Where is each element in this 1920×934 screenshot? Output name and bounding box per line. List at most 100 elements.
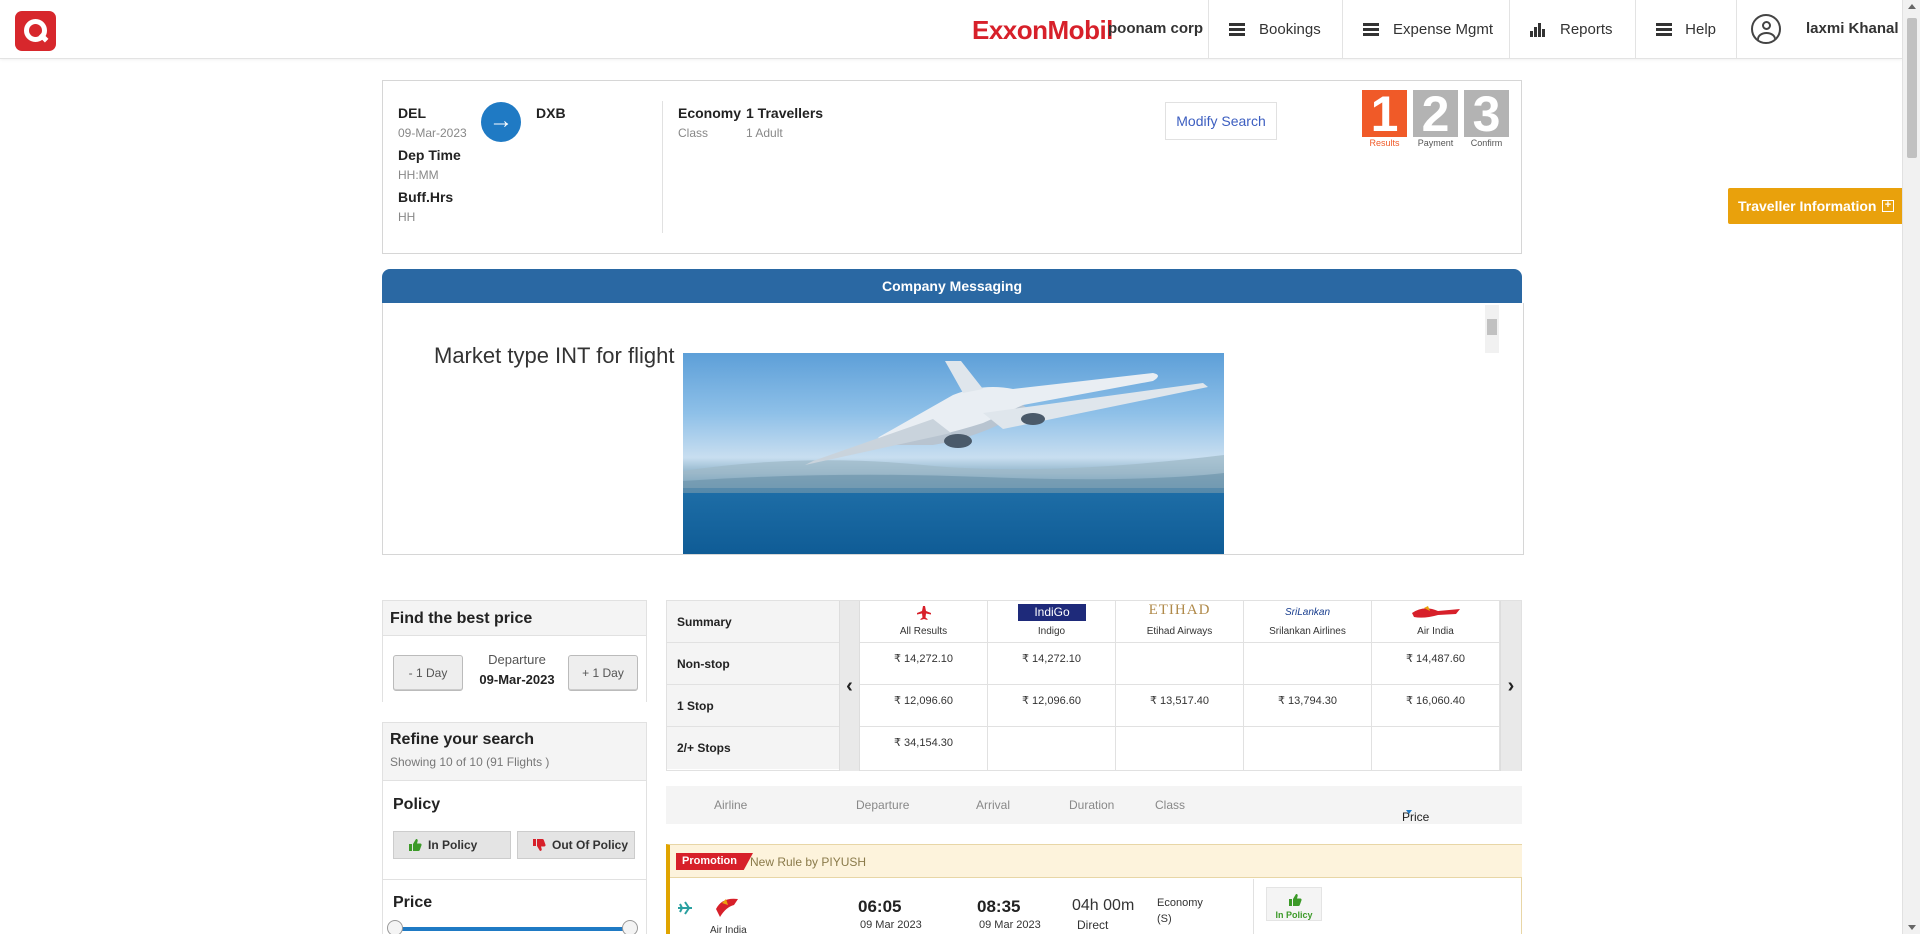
arrow-right-icon: →	[481, 102, 521, 142]
arrival-date: 09 Mar 2023	[979, 919, 1041, 931]
step-2-label: Payment	[1417, 138, 1454, 148]
matrix-row-summary: Summary	[667, 601, 839, 643]
matrix-price-cell[interactable]	[1116, 643, 1243, 685]
matrix-price-cell[interactable]	[1244, 643, 1371, 685]
out-of-policy-button[interactable]: Out Of Policy	[517, 831, 635, 859]
bar-chart-icon	[1530, 22, 1546, 37]
matrix-price-cell[interactable]: ₹ 12,096.60	[988, 685, 1115, 727]
matrix-price-cell[interactable]: ₹ 13,794.30	[1244, 685, 1371, 727]
price-slider-max-handle[interactable]	[622, 920, 638, 934]
results-count: Showing 10 of 10 (91 Flights )	[390, 755, 550, 769]
matrix-price-cell[interactable]: ₹ 13,517.40	[1116, 685, 1243, 727]
thumbs-up-icon	[409, 839, 422, 851]
hamburger-icon	[1656, 23, 1672, 36]
departure-time: 06:05	[858, 897, 902, 916]
promotion-text: New Rule by PIYUSH	[750, 855, 867, 869]
matrix-row-2-plus-stops[interactable]: 2/+ Stops	[667, 727, 839, 769]
srilankan-logo: SriLankan	[1284, 607, 1331, 618]
airline-name: Air India	[1417, 626, 1454, 637]
airplane-banner-image	[683, 353, 1224, 554]
nav-label: Bookings	[1259, 21, 1321, 38]
company-name: poonam corp	[1108, 20, 1204, 37]
nav-label: Reports	[1560, 21, 1613, 38]
airline-name: Srilankan Airlines	[1269, 626, 1346, 637]
matrix-price-cell[interactable]: ₹ 34,154.30	[860, 727, 987, 769]
thumbs-down-icon	[533, 839, 546, 851]
step-3-label: Confirm	[1470, 138, 1503, 148]
matrix-next-arrow-icon[interactable]: ›	[1500, 601, 1521, 771]
col-class[interactable]: Class	[1155, 798, 1185, 812]
user-name[interactable]: laxmi Khanal	[1806, 20, 1899, 37]
matrix-price-cell[interactable]: ₹ 14,272.10	[860, 643, 987, 685]
out-of-policy-label: Out Of Policy	[552, 838, 629, 852]
departure-date: 09-Mar-2023	[479, 672, 555, 687]
airline-name: Air India	[710, 925, 747, 934]
in-policy-badge: In Policy	[1266, 887, 1322, 921]
nav-item-bookings[interactable]: Bookings	[1208, 0, 1342, 59]
departure-date: 09 Mar 2023	[860, 919, 922, 931]
hamburger-icon	[1363, 23, 1379, 36]
price-range-slider[interactable]	[393, 927, 633, 931]
matrix-price-cell[interactable]	[1116, 727, 1243, 769]
destination-code: DXB	[536, 105, 566, 121]
etihad-logo: ETIHAD	[1148, 602, 1211, 618]
arrival-time: 08:35	[977, 897, 1021, 916]
results-column-header: Airline Departure Arrival Duration Class…	[666, 786, 1522, 824]
nav-item-reports[interactable]: Reports	[1509, 0, 1635, 59]
matrix-price-cell[interactable]	[1372, 727, 1499, 769]
company-messaging-title: Company Messaging	[382, 269, 1522, 303]
matrix-column-indigo: IndiGo Indigo ₹ 14,272.10 ₹ 12,096.60	[988, 601, 1116, 771]
next-day-button[interactable]: + 1 Day	[568, 655, 638, 691]
in-policy-label: In Policy	[1275, 910, 1313, 920]
dep-time-value: HH:MM	[398, 168, 439, 182]
price-slider-min-handle[interactable]	[387, 920, 403, 934]
matrix-column-srilankan: SriLankan Srilankan Airlines ₹ 13,794.30	[1244, 601, 1372, 771]
col-departure[interactable]: Departure	[856, 798, 909, 812]
flight-result-row[interactable]: Promotion New Rule by PIYUSH Air India 0…	[666, 844, 1522, 934]
company-message-text: Market type INT for flight	[434, 343, 675, 368]
best-price-panel: Find the best price - 1 Day Departure 09…	[382, 600, 647, 702]
col-airline[interactable]: Airline	[714, 798, 747, 812]
cabin-class: Economy	[678, 105, 742, 121]
thumbs-up-icon	[1289, 894, 1302, 906]
step-3-confirm: 3	[1464, 89, 1509, 139]
matrix-row-nonstop[interactable]: Non-stop	[667, 643, 839, 685]
message-scrollbar[interactable]	[1485, 305, 1499, 353]
promotion-bar: Promotion New Rule by PIYUSH	[670, 845, 1522, 878]
traveller-information-label: Traveller Information	[1738, 198, 1877, 214]
previous-day-button[interactable]: - 1 Day	[393, 655, 463, 691]
indigo-logo: IndiGo	[1018, 604, 1086, 621]
flight-plane-icon	[678, 901, 692, 915]
matrix-price-cell[interactable]: ₹ 14,487.60	[1372, 643, 1499, 685]
matrix-price-cell[interactable]	[988, 727, 1115, 769]
matrix-price-cell[interactable]: ₹ 14,272.10	[988, 643, 1115, 685]
best-price-title: Find the best price	[390, 610, 533, 627]
policy-filter: Policy In Policy Out Of Policy Price	[383, 780, 646, 934]
nav-item-help[interactable]: Help	[1635, 0, 1736, 59]
matrix-column-etihad: ETIHAD Etihad Airways ₹ 13,517.40	[1116, 601, 1244, 771]
matrix-price-cell[interactable]: ₹ 16,060.40	[1372, 685, 1499, 727]
matrix-row-1-stop[interactable]: 1 Stop	[667, 685, 839, 727]
matrix-column-all-results: All Results ₹ 14,272.10 ₹ 12,096.60 ₹ 34…	[860, 601, 988, 771]
traveller-information-tab[interactable]: Traveller Information +	[1728, 188, 1902, 224]
user-avatar-icon[interactable]	[1751, 14, 1781, 44]
app-logo-icon[interactable]	[15, 11, 56, 51]
plus-icon: +	[1882, 200, 1894, 212]
col-arrival[interactable]: Arrival	[976, 798, 1010, 812]
matrix-prev-arrow-icon[interactable]: ‹	[839, 601, 860, 771]
refine-search-title: Refine your search	[390, 731, 535, 748]
matrix-price-cell[interactable]	[1244, 727, 1371, 769]
step-1-results: 1	[1362, 89, 1407, 139]
buffer-hours-label: Buff.Hrs	[398, 189, 454, 205]
airplane-red-icon	[917, 606, 931, 620]
in-policy-button[interactable]: In Policy	[393, 831, 511, 859]
col-duration[interactable]: Duration	[1069, 798, 1114, 812]
traveller-count: 1 Travellers	[746, 105, 824, 121]
modify-search-button[interactable]: Modify Search	[1165, 102, 1277, 140]
step-1-label: Results	[1369, 138, 1400, 148]
matrix-price-cell[interactable]: ₹ 12,096.60	[860, 685, 987, 727]
airline-name: Etihad Airways	[1146, 626, 1213, 637]
traveller-breakdown: 1 Adult	[746, 126, 783, 140]
page-scrollbar[interactable]	[1902, 0, 1920, 934]
nav-item-expense-mgmt[interactable]: Expense Mgmt	[1342, 0, 1526, 59]
